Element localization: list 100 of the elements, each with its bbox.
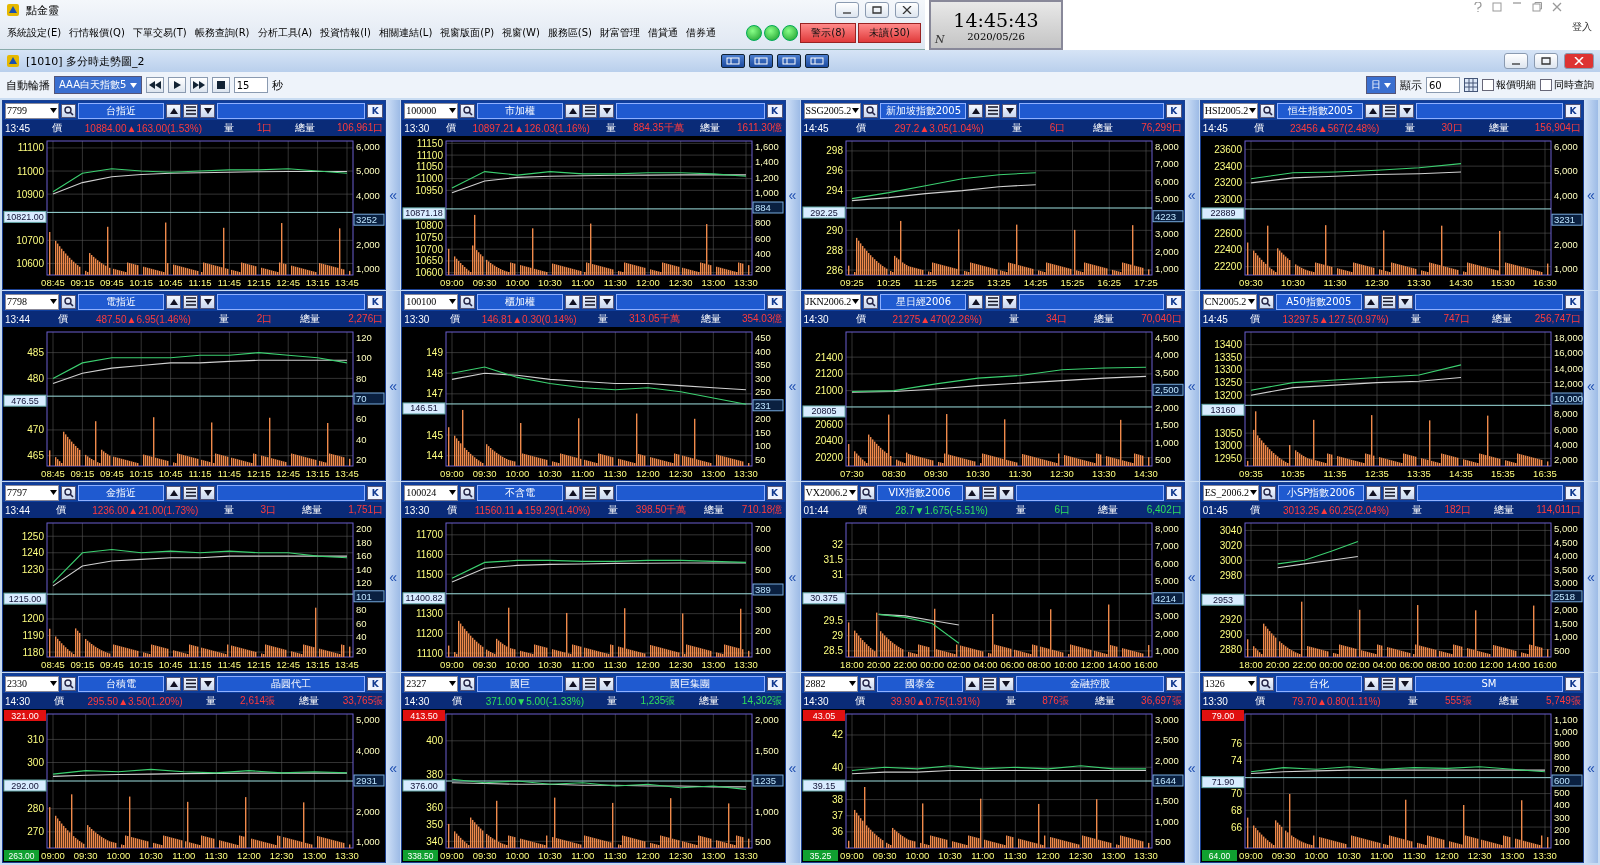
- menu-item[interactable]: 服務區(S): [544, 24, 595, 42]
- unread-button[interactable]: 未讀(30): [858, 23, 921, 43]
- symbol-dropdown[interactable]: VX2006.2: [803, 484, 858, 501]
- previous-button[interactable]: [166, 294, 181, 309]
- menu-item[interactable]: 下單交易(T): [129, 24, 190, 42]
- previous-button[interactable]: [565, 294, 581, 309]
- rewind-button[interactable]: [145, 77, 164, 93]
- k-chart-button[interactable]: K: [367, 485, 384, 500]
- next-button[interactable]: [998, 676, 1014, 691]
- interval-field[interactable]: 15: [233, 77, 268, 93]
- search-button[interactable]: [1260, 103, 1276, 118]
- list-button[interactable]: [582, 103, 598, 118]
- maximize-button[interactable]: [865, 2, 889, 18]
- next-button[interactable]: [1397, 676, 1413, 691]
- search-button[interactable]: [859, 676, 875, 691]
- alert-button[interactable]: 警示(8): [800, 23, 857, 43]
- previous-button[interactable]: [1363, 676, 1379, 691]
- search-button[interactable]: [61, 485, 76, 500]
- list-button[interactable]: [582, 676, 598, 691]
- collapse-button[interactable]: «: [1584, 482, 1598, 672]
- next-button[interactable]: [1002, 294, 1018, 309]
- k-chart-button[interactable]: K: [766, 294, 783, 309]
- k-chart-button[interactable]: K: [1565, 294, 1581, 309]
- symbol-dropdown[interactable]: 7797: [5, 484, 59, 501]
- list-button[interactable]: [183, 676, 198, 691]
- show-count-field[interactable]: 60: [1426, 77, 1460, 93]
- next-button[interactable]: [1399, 485, 1415, 500]
- collapse-button[interactable]: «: [386, 482, 401, 672]
- search-button[interactable]: [1258, 294, 1274, 309]
- k-chart-button[interactable]: K: [1565, 485, 1581, 500]
- previous-button[interactable]: [964, 676, 980, 691]
- list-button[interactable]: [985, 103, 1001, 118]
- menu-item[interactable]: 系統設定(E): [4, 24, 65, 42]
- previous-button[interactable]: [968, 294, 984, 309]
- list-button[interactable]: [1380, 294, 1396, 309]
- list-button[interactable]: [981, 676, 997, 691]
- search-button[interactable]: [61, 294, 76, 309]
- symbol-dropdown[interactable]: JKN2006.2: [803, 293, 862, 310]
- k-chart-button[interactable]: K: [1165, 103, 1182, 118]
- next-button[interactable]: [1002, 103, 1018, 118]
- symbol-dropdown[interactable]: 2330: [5, 675, 59, 692]
- previous-button[interactable]: [964, 485, 980, 500]
- symbol-dropdown[interactable]: 7798: [5, 293, 59, 310]
- symbol-dropdown[interactable]: CN2005.2: [1202, 293, 1257, 310]
- search-button[interactable]: [460, 676, 476, 691]
- symbol-dropdown[interactable]: SSG2005.2: [803, 102, 862, 119]
- window-maximize-button[interactable]: [1534, 53, 1558, 69]
- previous-button[interactable]: [1363, 294, 1379, 309]
- menu-item[interactable]: 相關連結(L): [375, 24, 436, 42]
- menu-item[interactable]: 借貸通: [645, 24, 681, 42]
- list-button[interactable]: [183, 294, 198, 309]
- menu-item[interactable]: 帳務查詢(R): [191, 24, 253, 42]
- search-button[interactable]: [1260, 485, 1276, 500]
- next-button[interactable]: [599, 485, 615, 500]
- search-button[interactable]: [460, 485, 476, 500]
- layout-tool-button[interactable]: [804, 54, 829, 68]
- option-checkbox[interactable]: 同時查詢: [1540, 78, 1594, 92]
- collapse-button[interactable]: «: [1584, 673, 1598, 863]
- search-button[interactable]: [863, 294, 879, 309]
- list-button[interactable]: [1382, 485, 1398, 500]
- next-button[interactable]: [200, 294, 215, 309]
- symbol-dropdown[interactable]: 1326: [1202, 675, 1257, 692]
- collapse-button[interactable]: «: [386, 673, 401, 863]
- next-button[interactable]: [599, 103, 615, 118]
- collapse-button[interactable]: «: [386, 100, 401, 290]
- symbol-dropdown[interactable]: HSI2005.2: [1202, 102, 1259, 119]
- list-button[interactable]: [582, 294, 598, 309]
- symbol-dropdown[interactable]: ES_2006.2: [1202, 484, 1259, 501]
- login-link[interactable]: 登入: [1572, 20, 1592, 34]
- list-button[interactable]: [183, 103, 198, 118]
- search-button[interactable]: [859, 485, 875, 500]
- option-checkbox[interactable]: 報價明細: [1482, 78, 1536, 92]
- grid-icon[interactable]: [1464, 78, 1478, 92]
- previous-button[interactable]: [166, 676, 181, 691]
- list-button[interactable]: [582, 485, 598, 500]
- stop-button[interactable]: [211, 77, 230, 93]
- next-button[interactable]: [1399, 103, 1415, 118]
- previous-button[interactable]: [565, 676, 581, 691]
- k-chart-button[interactable]: K: [1565, 676, 1581, 691]
- menu-item[interactable]: 借券通: [683, 24, 719, 42]
- next-button[interactable]: [599, 676, 615, 691]
- k-chart-button[interactable]: K: [766, 103, 783, 118]
- previous-button[interactable]: [1365, 103, 1381, 118]
- next-button[interactable]: [200, 103, 215, 118]
- layout-tool-button[interactable]: [748, 54, 773, 68]
- previous-button[interactable]: [166, 103, 181, 118]
- previous-button[interactable]: [968, 103, 984, 118]
- next-button[interactable]: [200, 676, 215, 691]
- symbol-dropdown[interactable]: 100100: [404, 293, 459, 310]
- k-chart-button[interactable]: K: [367, 103, 384, 118]
- fast-forward-button[interactable]: [189, 77, 208, 93]
- list-button[interactable]: [1382, 103, 1398, 118]
- search-button[interactable]: [460, 103, 476, 118]
- next-button[interactable]: [200, 485, 215, 500]
- k-chart-button[interactable]: K: [766, 485, 783, 500]
- window-minimize-button[interactable]: [1504, 53, 1528, 69]
- previous-button[interactable]: [1365, 485, 1381, 500]
- k-chart-button[interactable]: K: [367, 294, 384, 309]
- previous-button[interactable]: [166, 485, 181, 500]
- layout-tool-button[interactable]: [720, 54, 745, 68]
